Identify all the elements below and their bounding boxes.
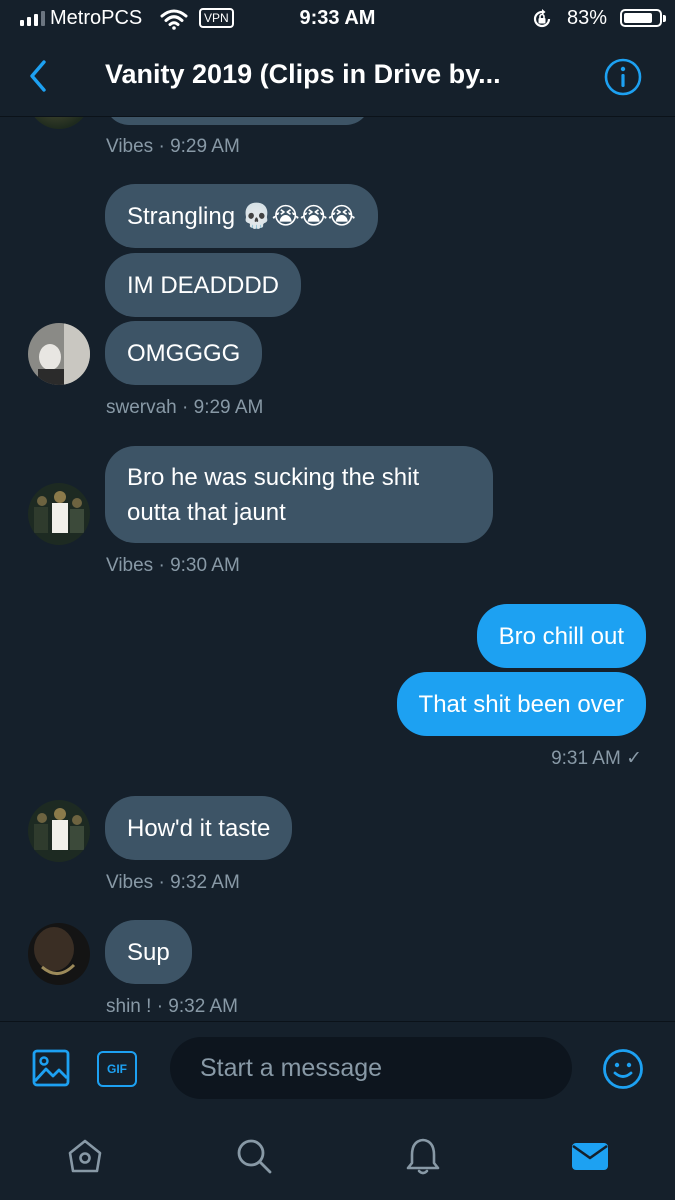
avatar[interactable] — [28, 117, 90, 129]
avatar[interactable] — [28, 483, 90, 545]
envelope-icon[interactable] — [569, 1135, 611, 1177]
message-bubble-outgoing[interactable]: That shit been over — [396, 672, 646, 736]
avatar-photo — [28, 800, 90, 862]
message-text: IM DEADDDD — [127, 271, 280, 299]
message-meta: Vibes · 9:32 AM — [106, 872, 240, 893]
avatar[interactable] — [28, 923, 90, 985]
message-text: That shit been over — [418, 690, 624, 718]
message-meta-sent: 9:31 AM ✓ — [551, 748, 642, 769]
message-composer: GIF — [0, 1021, 675, 1118]
avatar-photo — [28, 483, 90, 545]
back-chevron-icon[interactable] — [20, 56, 60, 96]
message-text: Bro chill out — [498, 622, 624, 650]
image-icon[interactable] — [32, 1049, 70, 1087]
conversation-header: Vanity 2019 (Clips in Drive by... — [0, 38, 675, 117]
message-bubble-outgoing[interactable]: Bro chill out — [476, 604, 646, 668]
message-meta: Vibes · 9:30 AM — [106, 555, 240, 576]
gif-button[interactable]: GIF — [97, 1051, 137, 1087]
message-meta: shin ! · 9:32 AM — [106, 996, 239, 1017]
message-meta: swervah · 9:29 AM — [106, 397, 264, 418]
message-bubble-previous[interactable] — [105, 117, 370, 125]
message-bubble[interactable]: How'd it taste — [105, 796, 293, 860]
message-meta: Vibes · 9:29 AM — [106, 136, 240, 157]
message-text: How'd it taste — [127, 814, 271, 842]
rotation-lock-icon — [533, 9, 551, 28]
avatar-photo — [28, 923, 90, 985]
tab-bar — [0, 1117, 675, 1200]
message-text: Bro he was sucking the shit outta that j… — [127, 463, 420, 526]
message-bubble[interactable]: IM DEADDDD — [105, 253, 302, 317]
message-input[interactable] — [170, 1037, 572, 1099]
message-text: Sup — [127, 938, 170, 966]
message-text: Strangling 💀😭😭😭 — [127, 202, 356, 230]
message-bubble[interactable]: Sup — [105, 920, 192, 984]
search-icon[interactable] — [233, 1135, 275, 1177]
emoji-icon[interactable] — [602, 1048, 644, 1090]
info-icon[interactable] — [603, 57, 643, 97]
home-icon[interactable] — [64, 1135, 106, 1177]
avatar[interactable] — [28, 800, 90, 862]
avatar-photo — [28, 323, 90, 385]
message-bubble[interactable]: Bro he was sucking the shit outta that j… — [105, 446, 493, 543]
message-bubble[interactable]: OMGGGG — [105, 321, 263, 385]
message-text: OMGGGG — [127, 339, 241, 367]
battery-percent: 83% — [567, 7, 608, 29]
message-bubble[interactable]: Strangling 💀😭😭😭 — [105, 184, 378, 248]
message-list[interactable]: Vibes · 9:29 AM Strangling 💀😭😭😭 IM DEADD… — [0, 117, 675, 1021]
avatar[interactable] — [28, 323, 90, 385]
status-bar: MetroPCS VPN 9:33 AM 83% — [0, 0, 675, 38]
battery-icon — [620, 9, 666, 27]
conversation-title[interactable]: Vanity 2019 (Clips in Drive by... — [105, 59, 585, 90]
bell-icon[interactable] — [402, 1135, 444, 1177]
